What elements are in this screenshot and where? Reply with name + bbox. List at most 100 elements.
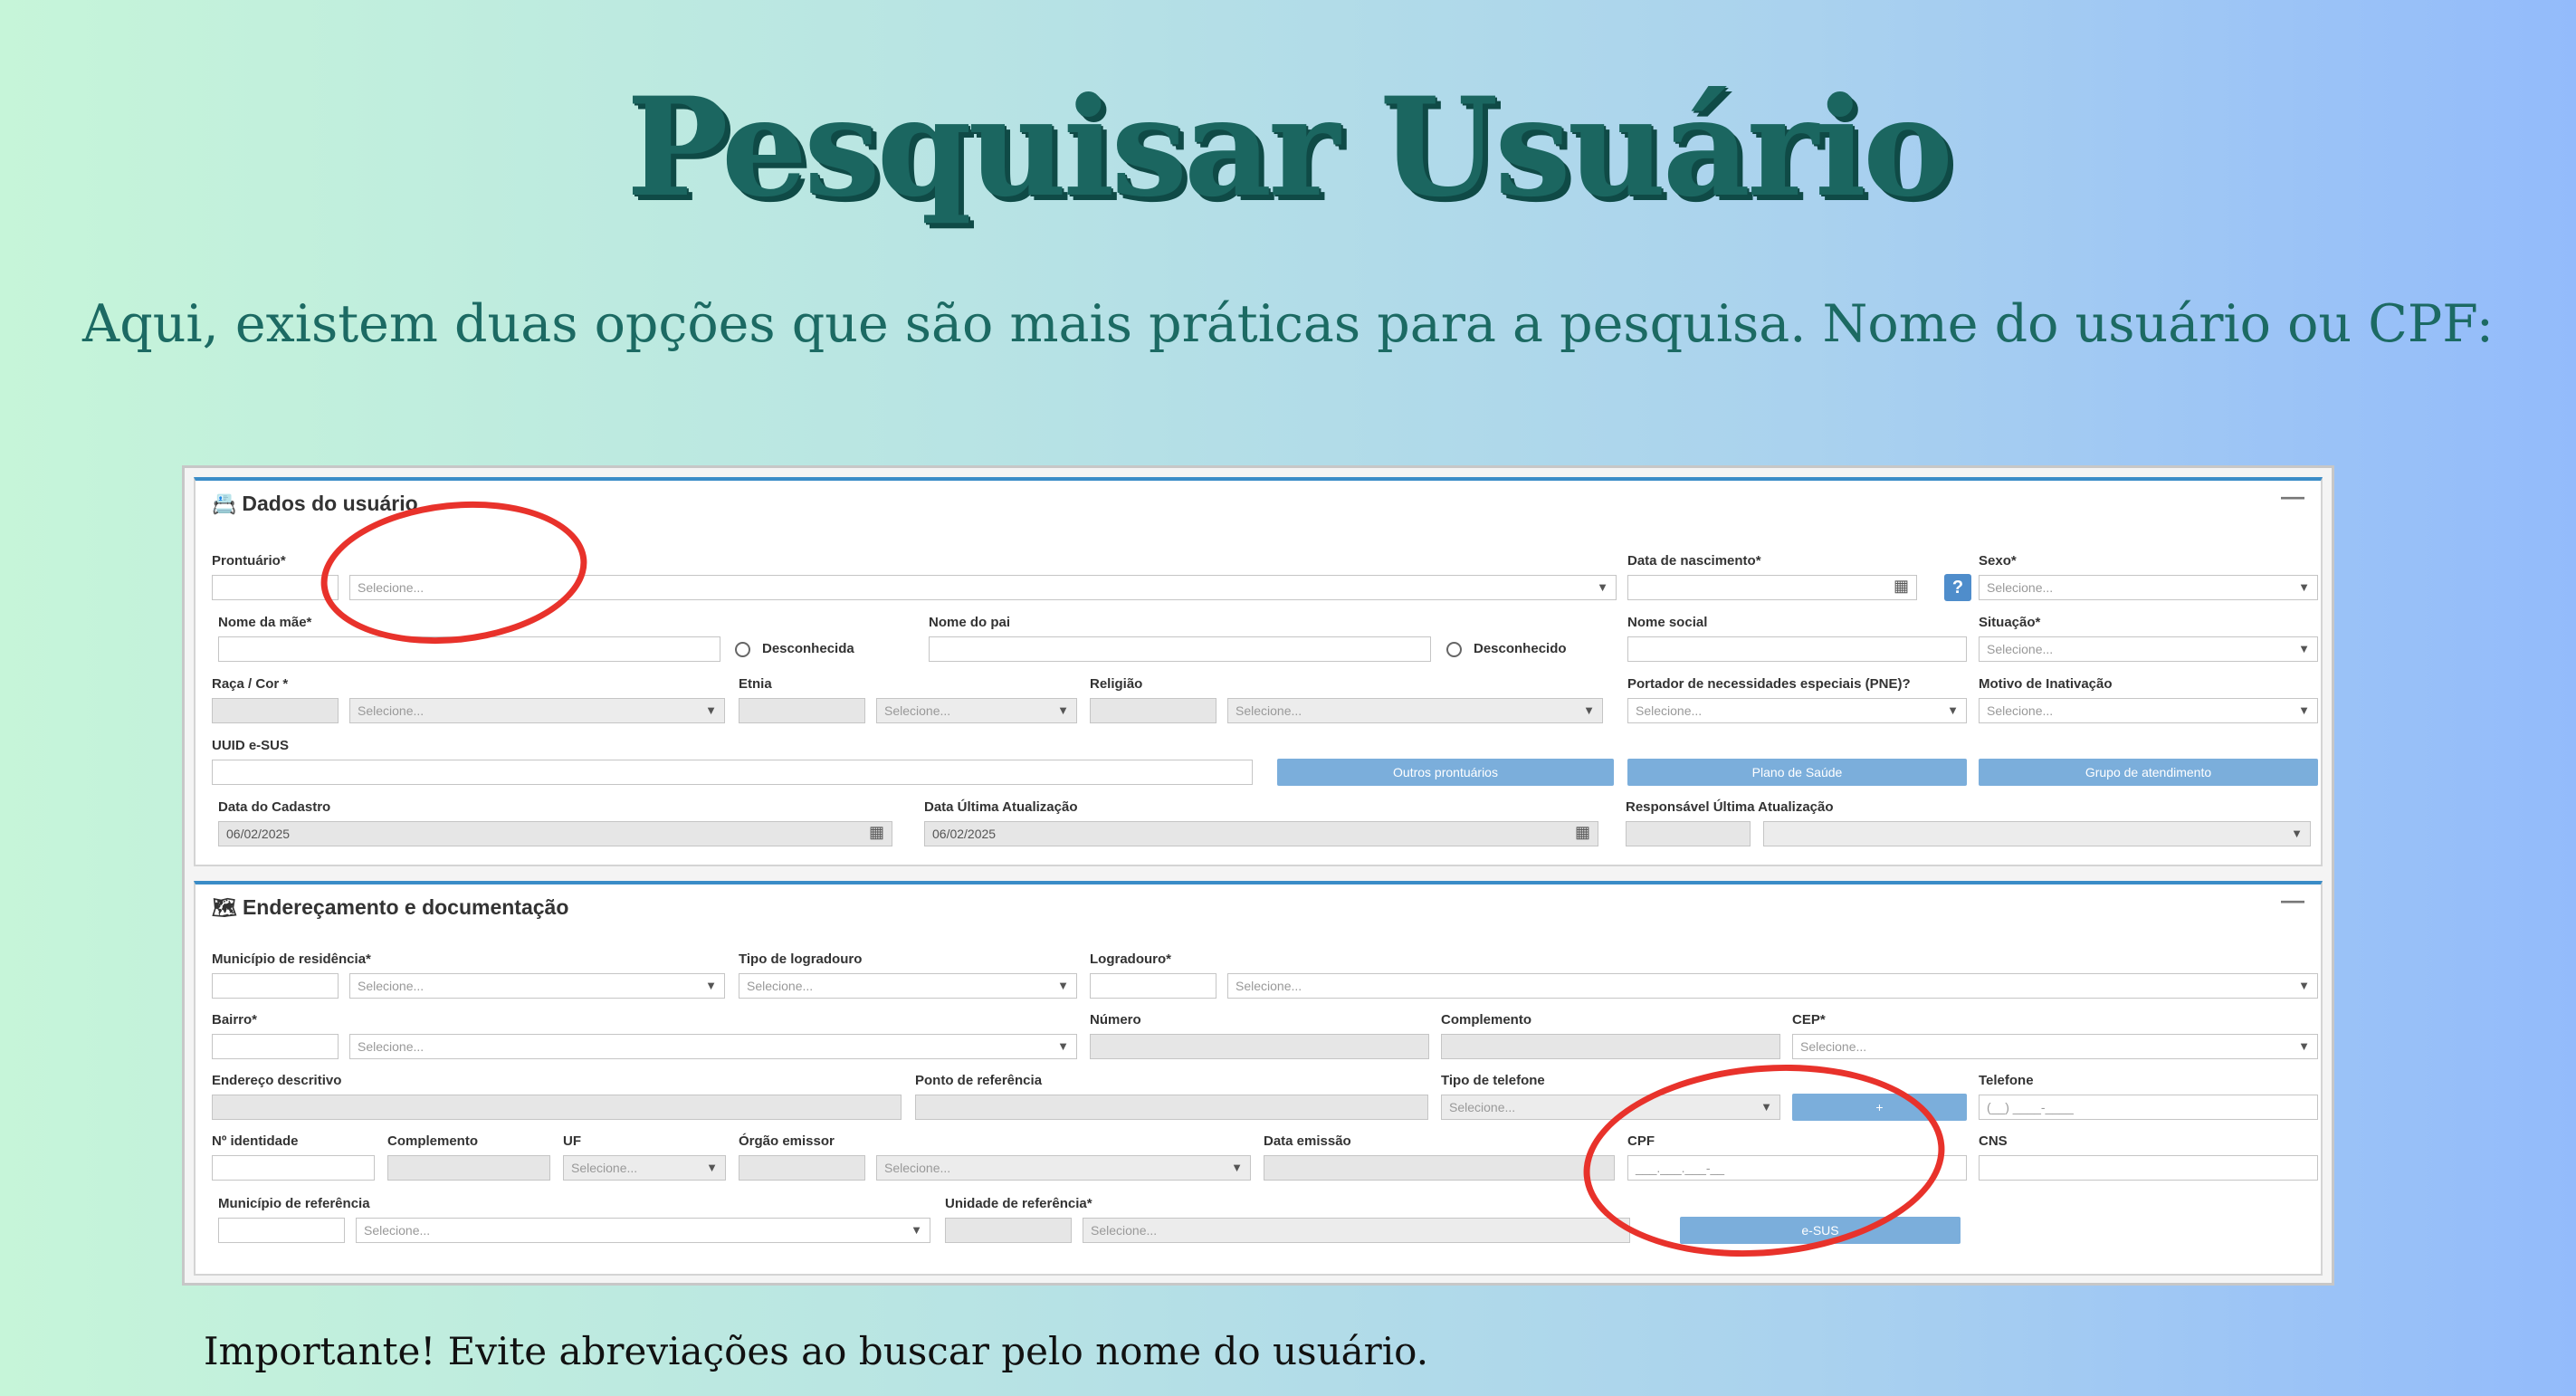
chevron-down-icon: ▼ [705, 979, 717, 992]
chevron-down-icon: ▼ [1057, 979, 1069, 992]
complemento-doc-input[interactable] [387, 1155, 550, 1181]
chevron-down-icon: ▼ [2298, 703, 2310, 717]
uuid-input[interactable] [212, 760, 1253, 785]
label-uuid: UUID e-SUS [212, 738, 290, 753]
chevron-down-icon: ▼ [705, 703, 717, 717]
complemento-input[interactable] [1441, 1034, 1780, 1059]
label-data-atualizacao: Data Última Atualização [924, 799, 1078, 815]
label-municipio: Município de residência* [212, 951, 371, 967]
chevron-down-icon: ▼ [1231, 1161, 1243, 1174]
endereco-descritivo-input[interactable] [212, 1095, 902, 1120]
select-placeholder: Selecione... [1987, 642, 2054, 656]
cns-input[interactable] [1979, 1155, 2318, 1181]
data-atualizacao-input: 06/02/2025 [924, 821, 1598, 846]
nome-social-input[interactable] [1627, 636, 1967, 662]
label-unidade-referencia: Unidade de referência* [945, 1196, 1092, 1211]
select-placeholder: Selecione... [358, 703, 425, 718]
raca-select[interactable]: Selecione... ▼ [349, 698, 725, 723]
etnia-select[interactable]: Selecione... ▼ [876, 698, 1077, 723]
calendar-icon[interactable]: ▦ [1894, 577, 1909, 596]
responsavel-code-input [1626, 821, 1751, 846]
ponto-referencia-input[interactable] [915, 1095, 1428, 1120]
select-placeholder: Selecione... [747, 979, 814, 993]
municipio-ref-code-input[interactable] [218, 1218, 345, 1243]
select-placeholder: Selecione... [571, 1161, 638, 1175]
municipio-code-input[interactable] [212, 973, 339, 999]
select-placeholder: Selecione... [358, 1039, 425, 1054]
data-nascimento-input[interactable] [1627, 575, 1917, 600]
orgao-select[interactable]: Selecione... ▼ [876, 1155, 1251, 1181]
unidade-ref-code-input[interactable] [945, 1218, 1072, 1243]
religiao-code-input[interactable] [1090, 698, 1216, 723]
label-bairro: Bairro* [212, 1012, 258, 1028]
responsavel-select: ▼ [1763, 821, 2311, 846]
label-logradouro: Logradouro* [1090, 951, 1171, 967]
select-placeholder: Selecione... [1636, 703, 1703, 718]
chevron-down-icon: ▼ [1057, 703, 1069, 717]
important-note: Importante! Evite abreviações ao buscar … [204, 1329, 1429, 1373]
chevron-down-icon: ▼ [1583, 703, 1595, 717]
tipo-logradouro-select[interactable]: Selecione... ▼ [739, 973, 1077, 999]
numero-input[interactable] [1090, 1034, 1429, 1059]
label-etnia: Etnia [739, 676, 772, 692]
select-placeholder: Selecione... [1236, 703, 1302, 718]
motivo-select[interactable]: Selecione... ▼ [1979, 698, 2318, 723]
select-placeholder: Selecione... [1236, 979, 1302, 993]
raca-code-input[interactable] [212, 698, 339, 723]
grupo-atendimento-button[interactable]: Grupo de atendimento [1979, 759, 2318, 786]
cep-select[interactable]: Selecione... ▼ [1792, 1034, 2318, 1059]
label-raca: Raça / Cor * [212, 676, 289, 692]
desconhecida-radio[interactable] [735, 642, 750, 657]
chevron-down-icon: ▼ [2298, 580, 2310, 594]
pne-select[interactable]: Selecione... ▼ [1627, 698, 1967, 723]
label-desconhecida: Desconhecida [762, 641, 854, 656]
etnia-code-input[interactable] [739, 698, 865, 723]
label-endereco-descritivo: Endereço descritivo [212, 1073, 342, 1088]
prontuario-input[interactable] [212, 575, 339, 600]
select-placeholder: Selecione... [364, 1223, 431, 1238]
chevron-down-icon: ▼ [2298, 1039, 2310, 1053]
plano-saude-button[interactable]: Plano de Saúde [1627, 759, 1967, 786]
select-placeholder: Selecione... [1091, 1223, 1158, 1238]
label-identidade: Nº identidade [212, 1133, 299, 1149]
label-ponto-referencia: Ponto de referência [915, 1073, 1043, 1088]
desconhecido-radio[interactable] [1446, 642, 1462, 657]
uf-select[interactable]: Selecione... ▼ [563, 1155, 726, 1181]
label-cep: CEP* [1792, 1012, 1826, 1028]
sexo-select[interactable]: Selecione... ▼ [1979, 575, 2318, 600]
situacao-select[interactable]: Selecione... ▼ [1979, 636, 2318, 662]
religiao-select[interactable]: Selecione... ▼ [1227, 698, 1603, 723]
unidade-ref-select[interactable]: Selecione... [1083, 1218, 1630, 1243]
data-cadastro-input: 06/02/2025 [218, 821, 892, 846]
label-data-emissao: Data emissão [1264, 1133, 1351, 1149]
municipio-ref-select[interactable]: Selecione... ▼ [356, 1218, 930, 1243]
outros-prontuarios-button[interactable]: Outros prontuários [1277, 759, 1614, 786]
logradouro-code-input[interactable] [1090, 973, 1216, 999]
label-situacao: Situação* [1979, 615, 2041, 630]
logradouro-select[interactable]: Selecione... ▼ [1227, 973, 2318, 999]
label-tipo-telefone: Tipo de telefone [1441, 1073, 1545, 1088]
label-uf: UF [563, 1133, 581, 1149]
orgao-code-input[interactable] [739, 1155, 865, 1181]
label-nome-pai: Nome do pai [929, 615, 1011, 630]
minimize-button[interactable]: — [2281, 886, 2304, 914]
label-complemento: Complemento [1441, 1012, 1532, 1028]
chevron-down-icon: ▼ [1947, 703, 1959, 717]
label-cns: CNS [1979, 1133, 2008, 1149]
help-button[interactable]: ? [1944, 574, 1971, 601]
select-placeholder: Selecione... [1449, 1100, 1516, 1114]
chevron-down-icon: ▼ [2298, 642, 2310, 655]
data-emissao-input[interactable] [1264, 1155, 1615, 1181]
nome-pai-input[interactable] [929, 636, 1431, 662]
minimize-button[interactable]: — [2281, 483, 2304, 511]
label-prontuario: Prontuário* [212, 553, 286, 569]
id-card-icon: 📇 [212, 492, 237, 515]
label-orgao: Órgão emissor [739, 1133, 835, 1149]
telefone-input[interactable]: (__) ____-____ [1979, 1095, 2318, 1120]
bairro-code-input[interactable] [212, 1034, 339, 1059]
municipio-select[interactable]: Selecione... ▼ [349, 973, 725, 999]
bairro-select[interactable]: Selecione... ▼ [349, 1034, 1077, 1059]
identidade-input[interactable] [212, 1155, 375, 1181]
label-religiao: Religião [1090, 676, 1143, 692]
select-placeholder: Selecione... [358, 979, 425, 993]
